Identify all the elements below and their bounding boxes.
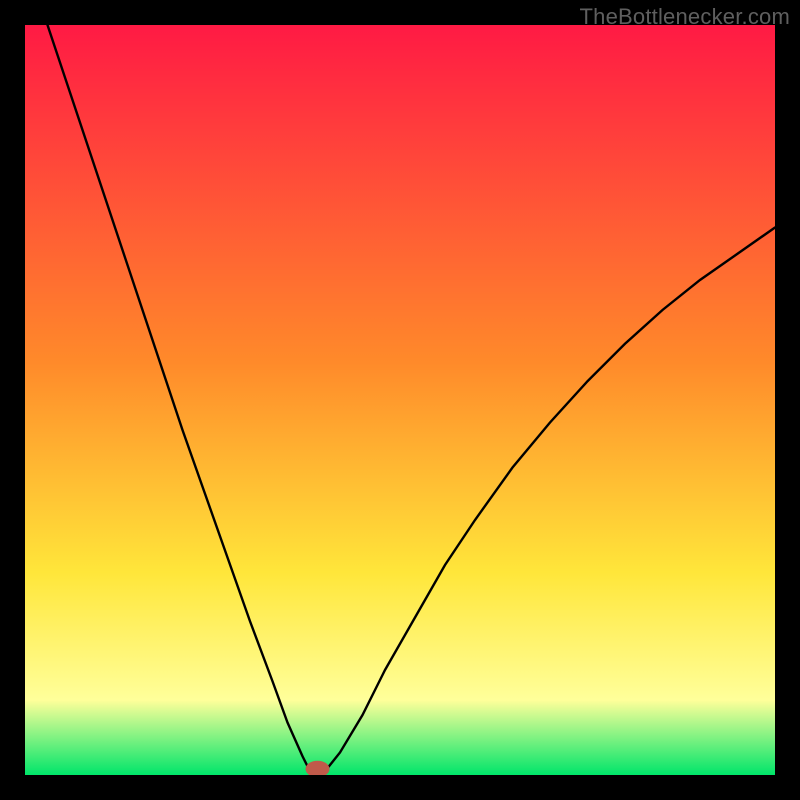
watermark-text: TheBottlenecker.com <box>580 4 790 30</box>
plot-area <box>25 25 775 775</box>
gradient-background <box>25 25 775 775</box>
chart-svg <box>25 25 775 775</box>
chart-frame: TheBottlenecker.com <box>0 0 800 800</box>
